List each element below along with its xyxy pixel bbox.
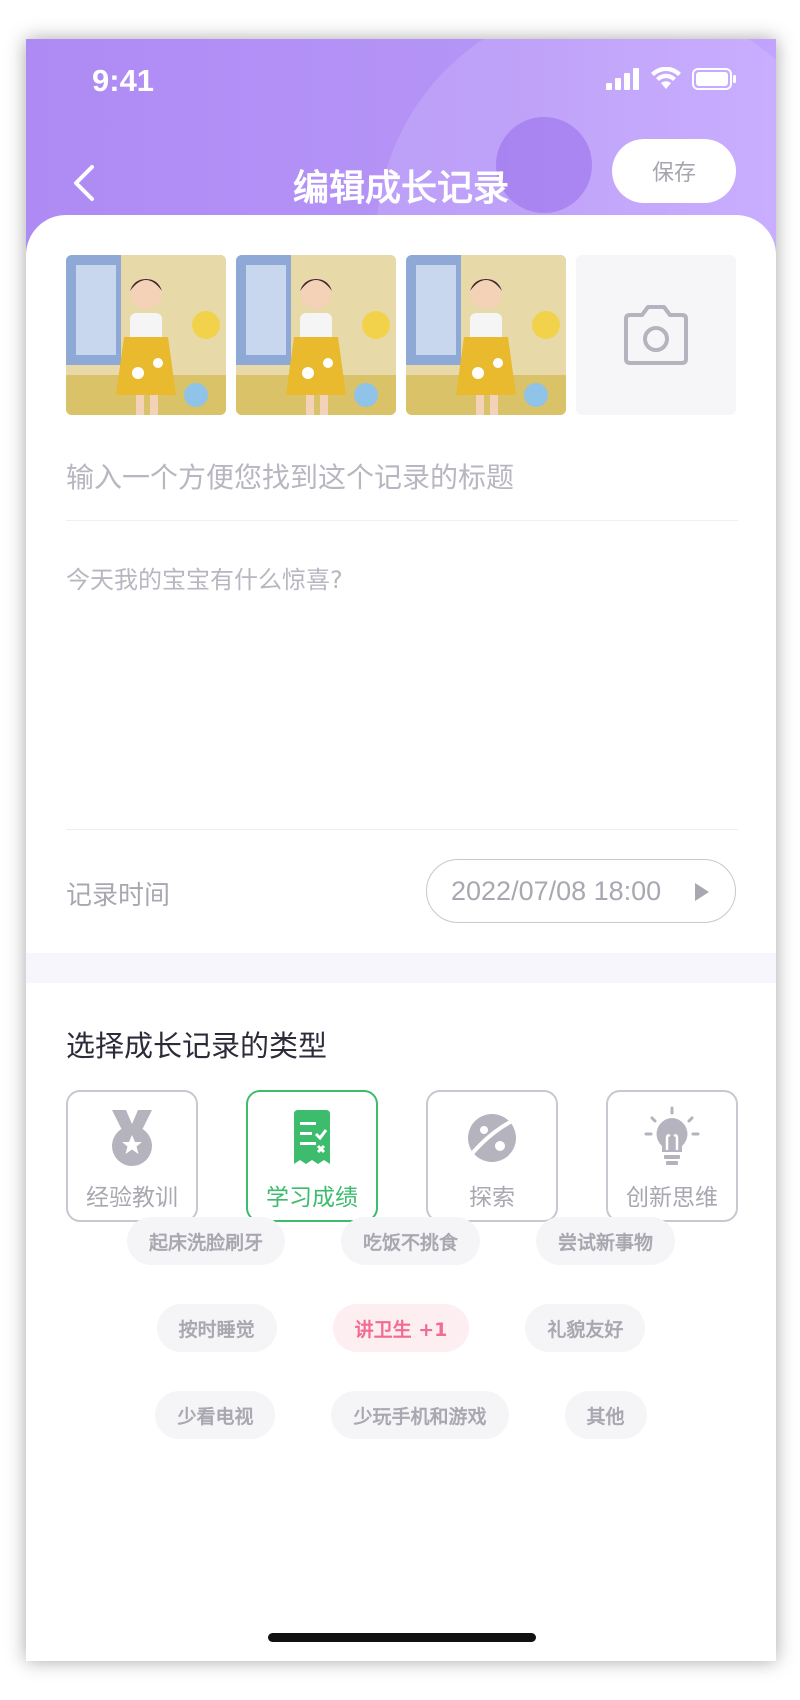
- status-bar: 9:41: [26, 39, 776, 129]
- type-label: 创新思维: [626, 1185, 718, 1211]
- type-option-lessons[interactable]: 经验教训: [66, 1090, 198, 1222]
- tag-row: 起床洗脸刷牙 吃饭不挑食 尝试新事物: [26, 1217, 776, 1265]
- record-time-label: 记录时间: [66, 881, 171, 911]
- description-textarea[interactable]: [66, 560, 738, 830]
- home-indicator: [268, 1633, 536, 1642]
- tag-chip[interactable]: 按时睡觉: [156, 1304, 277, 1352]
- type-label: 经验教训: [86, 1185, 178, 1211]
- title-input[interactable]: [66, 435, 738, 521]
- report-card-icon: [294, 1110, 330, 1164]
- add-photo-button[interactable]: [576, 255, 736, 415]
- type-option-study[interactable]: 学习成绩: [246, 1090, 378, 1222]
- photo-thumbnail[interactable]: [66, 255, 226, 415]
- battery-icon: [692, 68, 736, 90]
- phone-screen: 9:41 编辑成长记录 保存 输入一个方便您找到这个记录的标题 今天我的宝宝有什…: [26, 39, 776, 1661]
- tag-chip[interactable]: 少玩手机和游戏: [331, 1391, 509, 1439]
- child-photo-image: [66, 255, 226, 415]
- tag-chip[interactable]: 尝试新事物: [536, 1217, 676, 1265]
- planet-icon: [468, 1114, 516, 1162]
- tag-row: 按时睡觉 讲卫生 +1 礼貌友好: [26, 1304, 776, 1352]
- photo-thumbnail[interactable]: [406, 255, 566, 415]
- signal-icon: [606, 68, 639, 90]
- wifi-icon: [651, 67, 681, 89]
- status-icons: [606, 67, 738, 91]
- save-button[interactable]: 保存: [612, 139, 736, 203]
- type-label: 探索: [469, 1185, 515, 1211]
- tag-chip[interactable]: 礼貌友好: [525, 1304, 646, 1352]
- medal-icon: [112, 1110, 152, 1166]
- section-divider: [26, 953, 776, 983]
- camera-icon: [624, 305, 688, 365]
- status-time: 9:41: [92, 63, 155, 98]
- photo-thumbnail[interactable]: [236, 255, 396, 415]
- child-photo-image: [236, 255, 396, 415]
- type-option-innovation[interactable]: 创新思维: [606, 1090, 738, 1222]
- tag-chip[interactable]: 其他: [564, 1391, 647, 1439]
- form-card: 记录时间 2022/07/08 18:00 选择成长记录的类型 经验教训: [26, 215, 776, 1661]
- play-arrow-icon: [695, 883, 709, 901]
- photo-strip: [66, 255, 736, 415]
- type-section-heading: 选择成长记录的类型: [66, 1029, 328, 1063]
- child-photo-image: [406, 255, 566, 415]
- type-option-explore[interactable]: 探索: [426, 1090, 558, 1222]
- record-time-value: 2022/07/08 18:00: [451, 875, 662, 906]
- tag-row: 少看电视 少玩手机和游戏 其他: [26, 1391, 776, 1439]
- tag-chip[interactable]: 吃饭不挑食: [340, 1217, 480, 1265]
- type-label: 学习成绩: [266, 1185, 358, 1211]
- tag-chip-selected[interactable]: 讲卫生 +1: [332, 1304, 470, 1352]
- record-time-picker[interactable]: 2022/07/08 18:00: [426, 859, 736, 923]
- lightbulb-icon: [644, 1106, 700, 1165]
- type-options: 经验教训 学习成绩 探索 创新思维: [66, 1090, 738, 1222]
- tag-chip[interactable]: 少看电视: [155, 1391, 276, 1439]
- tag-chip[interactable]: 起床洗脸刷牙: [126, 1217, 285, 1265]
